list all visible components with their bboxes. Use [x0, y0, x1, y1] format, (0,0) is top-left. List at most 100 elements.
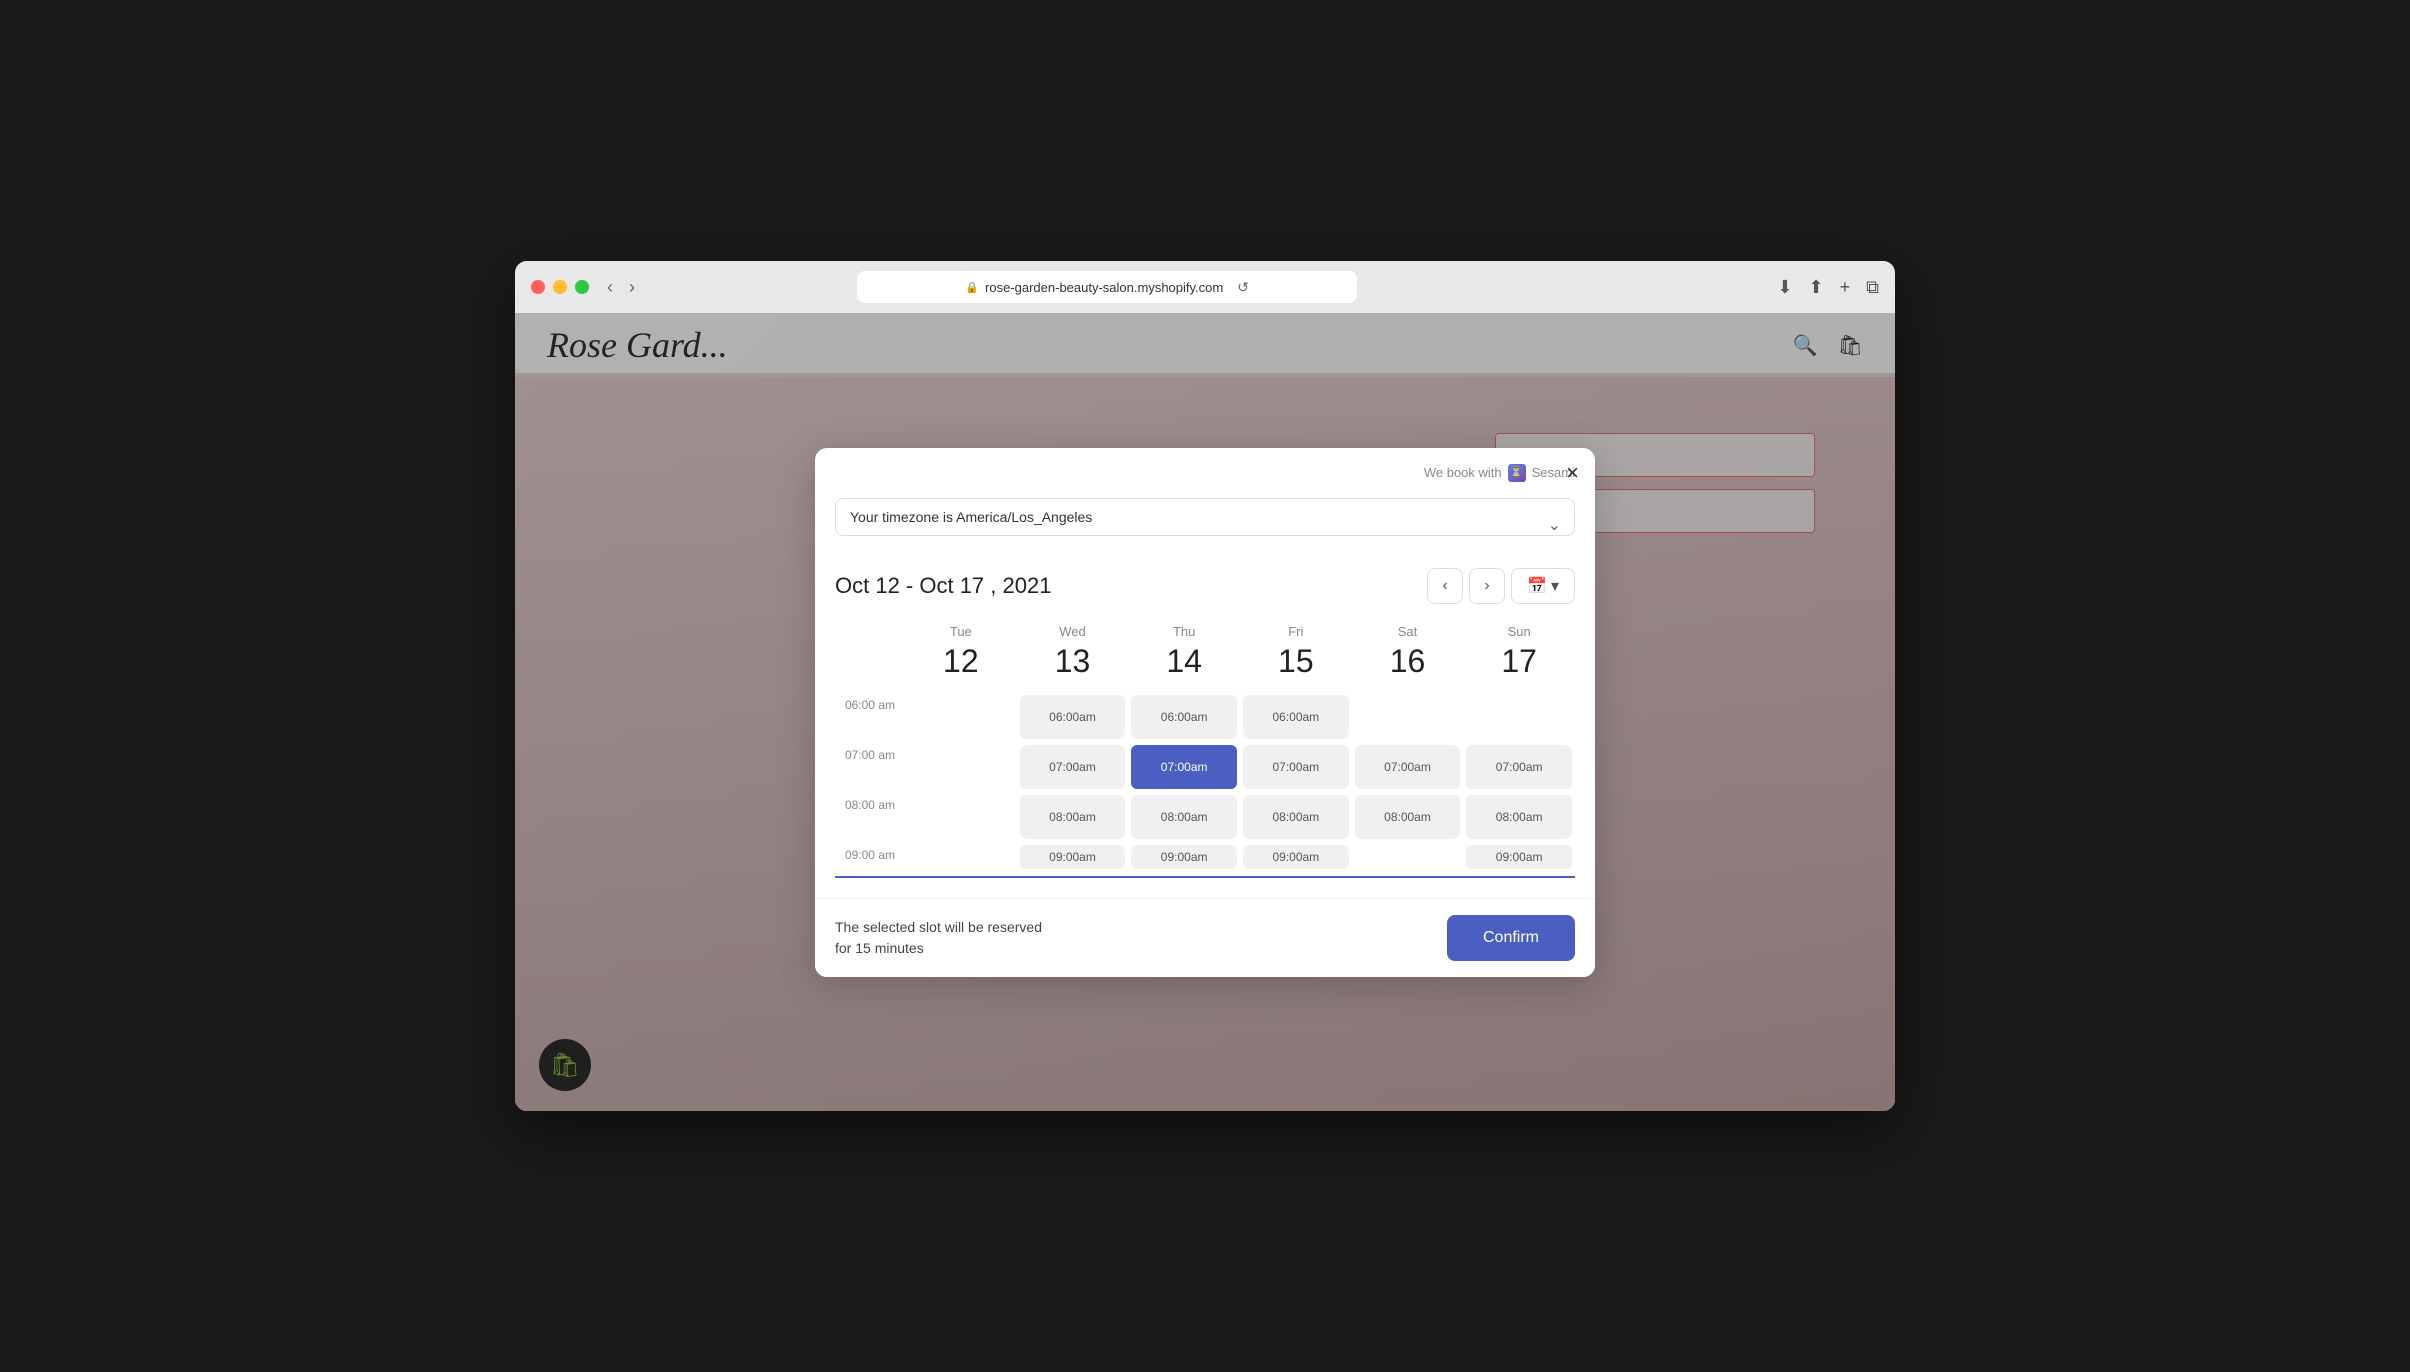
traffic-lights — [531, 280, 589, 294]
week-header: Oct 12 - Oct 17 , 2021 ‹ › 📅 ▾ — [835, 568, 1575, 604]
share-icon[interactable]: ⬆ — [1809, 277, 1824, 298]
calendar-time-grid: 06:00 am 06:00am 06:00am 06:00am — [835, 692, 1575, 872]
time-label-06am: 06:00 am — [835, 692, 905, 742]
close-traffic-light[interactable] — [531, 280, 545, 294]
week-range: Oct 12 - Oct 17 , 2021 — [835, 573, 1051, 599]
slot-wed-08am[interactable]: 08:00am — [1020, 795, 1126, 839]
slot-thu-09am[interactable]: 09:00am — [1131, 845, 1237, 869]
slot-cell-sat-08[interactable]: 08:00am — [1352, 792, 1464, 842]
reservation-line-1: The selected slot will be reserved — [835, 917, 1042, 938]
download-icon[interactable]: ⬇ — [1777, 277, 1792, 298]
slot-cell-wed-09[interactable]: 09:00am — [1017, 842, 1129, 872]
slot-wed-07am[interactable]: 07:00am — [1020, 745, 1126, 789]
calendar-toggle-button[interactable]: 📅 ▾ — [1511, 568, 1575, 604]
slot-thu-08am[interactable]: 08:00am — [1131, 795, 1237, 839]
day-header-wed: Wed 13 — [1017, 616, 1129, 692]
day-number-15: 15 — [1244, 643, 1348, 680]
slot-cell-thu-09[interactable]: 09:00am — [1128, 842, 1240, 872]
forward-button[interactable]: › — [623, 273, 641, 302]
day-header-fri: Fri 15 — [1240, 616, 1352, 692]
slot-cell-thu-06[interactable]: 06:00am — [1128, 692, 1240, 742]
slot-cell-thu-08[interactable]: 08:00am — [1128, 792, 1240, 842]
browser-window: ‹ › 🔒 rose-garden-beauty-salon.myshopify… — [515, 261, 1895, 1111]
day-name-thu: Thu — [1132, 624, 1236, 639]
calendar-scroll[interactable]: 06:00 am 06:00am 06:00am 06:00am — [835, 692, 1575, 872]
close-button[interactable]: × — [1566, 460, 1579, 486]
slot-cell-sat-07[interactable]: 07:00am — [1352, 742, 1464, 792]
slot-cell-sun-09[interactable]: 09:00am — [1463, 842, 1575, 872]
fullscreen-traffic-light[interactable] — [575, 280, 589, 294]
slot-cell-fri-08[interactable]: 08:00am — [1240, 792, 1352, 842]
slot-fri-06am[interactable]: 06:00am — [1243, 695, 1349, 739]
slot-wed-06am[interactable]: 06:00am — [1020, 695, 1126, 739]
modal-overlay: We book with ⏳ Sesami × Your timezone is… — [515, 313, 1895, 1111]
day-header-tue: Tue 12 — [905, 616, 1017, 692]
booking-modal: We book with ⏳ Sesami × Your timezone is… — [815, 448, 1595, 977]
reservation-line-2: for 15 minutes — [835, 938, 1042, 959]
slot-cell-wed-07[interactable]: 07:00am — [1017, 742, 1129, 792]
slot-sun-09am[interactable]: 09:00am — [1466, 845, 1572, 869]
slot-thu-06am[interactable]: 06:00am — [1131, 695, 1237, 739]
day-header-thu: Thu 14 — [1128, 616, 1240, 692]
week-navigation: ‹ › 📅 ▾ — [1427, 568, 1575, 604]
day-name-tue: Tue — [909, 624, 1013, 639]
slot-cell-sun-08[interactable]: 08:00am — [1463, 792, 1575, 842]
timezone-wrapper: Your timezone is America/Los_Angeles — [835, 498, 1575, 552]
slot-cell-thu-07[interactable]: 07:00am — [1128, 742, 1240, 792]
slot-fri-08am[interactable]: 08:00am — [1243, 795, 1349, 839]
time-label-08am: 08:00 am — [835, 792, 905, 842]
confirm-button[interactable]: Confirm — [1447, 915, 1575, 961]
day-number-12: 12 — [909, 643, 1013, 680]
calendar-toggle-arrow: ▾ — [1551, 576, 1559, 596]
address-bar[interactable]: 🔒 rose-garden-beauty-salon.myshopify.com… — [857, 271, 1357, 303]
reservation-notice: The selected slot will be reserved for 1… — [835, 917, 1042, 959]
tabs-icon[interactable]: ⧉ — [1866, 277, 1879, 298]
slot-cell-fri-06[interactable]: 06:00am — [1240, 692, 1352, 742]
browser-actions: ⬇ ⬆ + ⧉ — [1777, 277, 1879, 298]
reload-button[interactable]: ↺ — [1237, 279, 1249, 296]
new-tab-icon[interactable]: + — [1840, 277, 1851, 298]
modal-footer: The selected slot will be reserved for 1… — [815, 898, 1595, 977]
slot-wed-09am[interactable]: 09:00am — [1020, 845, 1126, 869]
sesami-branding: We book with ⏳ Sesami — [1424, 464, 1575, 482]
calendar-divider — [835, 876, 1575, 878]
day-number-14: 14 — [1132, 643, 1236, 680]
slot-sun-06 — [1463, 692, 1575, 742]
slot-cell-fri-07[interactable]: 07:00am — [1240, 742, 1352, 792]
slot-sat-06 — [1352, 692, 1464, 742]
lock-icon: 🔒 — [965, 281, 979, 294]
time-label-09am: 09:00 am — [835, 842, 905, 872]
day-number-17: 17 — [1467, 643, 1571, 680]
slot-cell-fri-09[interactable]: 09:00am — [1240, 842, 1352, 872]
slot-cell-wed-08[interactable]: 08:00am — [1017, 792, 1129, 842]
next-week-button[interactable]: › — [1469, 568, 1505, 604]
slot-cell-wed-06[interactable]: 06:00am — [1017, 692, 1129, 742]
prev-week-button[interactable]: ‹ — [1427, 568, 1463, 604]
slot-cell-sun-07[interactable]: 07:00am — [1463, 742, 1575, 792]
timezone-select[interactable]: Your timezone is America/Los_Angeles — [835, 498, 1575, 536]
minimize-traffic-light[interactable] — [553, 280, 567, 294]
day-name-sun: Sun — [1467, 624, 1571, 639]
nav-buttons: ‹ › — [601, 273, 641, 302]
slot-fri-09am[interactable]: 09:00am — [1243, 845, 1349, 869]
day-name-wed: Wed — [1021, 624, 1125, 639]
url-text: rose-garden-beauty-salon.myshopify.com — [985, 280, 1223, 295]
time-label-header — [835, 616, 905, 692]
slot-sun-08am[interactable]: 08:00am — [1466, 795, 1572, 839]
slot-tue-07 — [905, 742, 1017, 792]
back-button[interactable]: ‹ — [601, 273, 619, 302]
day-header-sat: Sat 16 — [1352, 616, 1464, 692]
day-name-fri: Fri — [1244, 624, 1348, 639]
modal-header: We book with ⏳ Sesami × — [815, 448, 1595, 482]
slot-tue-09 — [905, 842, 1017, 872]
slot-thu-07am-selected[interactable]: 07:00am — [1131, 745, 1237, 789]
calendar-wrapper: Tue 12 Wed 13 Thu 14 — [835, 616, 1575, 882]
day-number-13: 13 — [1021, 643, 1125, 680]
slot-sun-07am[interactable]: 07:00am — [1466, 745, 1572, 789]
slot-sat-09 — [1352, 842, 1464, 872]
day-header-sun: Sun 17 — [1463, 616, 1575, 692]
slot-sat-08am[interactable]: 08:00am — [1355, 795, 1461, 839]
slot-tue-08 — [905, 792, 1017, 842]
slot-fri-07am[interactable]: 07:00am — [1243, 745, 1349, 789]
slot-sat-07am[interactable]: 07:00am — [1355, 745, 1461, 789]
